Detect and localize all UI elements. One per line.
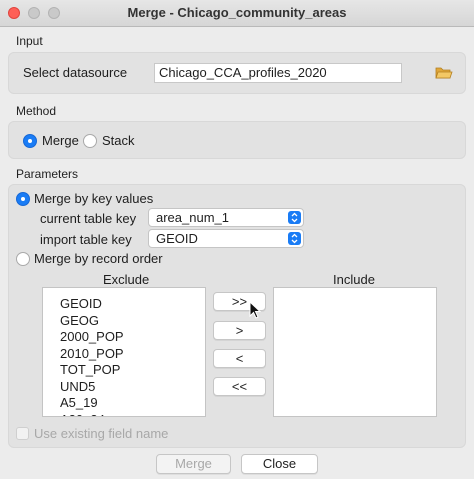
merge-radio[interactable] (23, 134, 37, 148)
chevron-updown-icon (288, 211, 301, 224)
parameters-group: Merge by key values current table key ar… (8, 184, 466, 448)
record-order-label: Merge by record order (34, 251, 163, 266)
exclude-list-item[interactable]: GEOG (60, 313, 99, 328)
key-values-label: Merge by key values (34, 191, 154, 206)
parameters-section-label: Parameters (16, 167, 79, 181)
method-group: Merge Stack (8, 121, 466, 159)
import-key-select[interactable]: GEOID (148, 229, 304, 248)
move-left-button[interactable]: < (213, 349, 266, 368)
record-order-radio[interactable] (16, 252, 30, 266)
mouse-pointer-icon (249, 301, 262, 319)
exclude-list-item[interactable]: A5_19 (60, 395, 98, 410)
exclude-list-item[interactable]: TOT_POP (60, 362, 120, 377)
current-key-select[interactable]: area_num_1 (148, 208, 304, 227)
exclude-label: Exclude (103, 272, 150, 287)
title-bar: Merge - Chicago_community_areas (0, 0, 474, 27)
use-existing-checkbox[interactable] (16, 427, 29, 440)
open-folder-icon[interactable] (435, 66, 453, 80)
include-list[interactable] (273, 287, 437, 417)
input-section-label: Input (16, 34, 43, 48)
close-button[interactable]: Close (241, 454, 318, 474)
current-key-label: current table key (40, 211, 137, 226)
use-existing-label: Use existing field name (34, 426, 169, 441)
import-key-label: import table key (40, 232, 132, 247)
stack-radio[interactable] (83, 134, 97, 148)
move-all-left-button[interactable]: << (213, 377, 266, 396)
merge-button[interactable]: Merge (156, 454, 231, 474)
exclude-list[interactable]: GEOID GEOG 2000_POP 2010_POP TOT_POP UND5 A5_1… (42, 287, 206, 417)
exclude-list-item[interactable]: 2000_POP (60, 329, 124, 344)
chevron-updown-icon (288, 232, 301, 245)
current-key-value: area_num_1 (156, 210, 229, 225)
exclude-list-item[interactable]: UND5 (60, 379, 95, 394)
datasource-label: Select datasource (23, 65, 128, 80)
key-values-radio[interactable] (16, 192, 30, 206)
stack-radio-label: Stack (102, 133, 135, 148)
merge-radio-label: Merge (42, 133, 79, 148)
exclude-list-item[interactable]: 2010_POP (60, 346, 124, 361)
method-section-label: Method (16, 104, 57, 118)
include-label: Include (333, 272, 375, 287)
input-group: Select datasource Chicago_CCA_profiles_2… (8, 52, 466, 94)
window-title: Merge - Chicago_community_areas (127, 5, 347, 20)
move-right-button[interactable]: > (213, 321, 266, 340)
exclude-list-item[interactable]: A20_34 (60, 412, 105, 417)
datasource-field[interactable]: Chicago_CCA_profiles_2020 (154, 63, 402, 83)
import-key-value: GEOID (156, 231, 198, 246)
exclude-list-item[interactable]: GEOID (60, 296, 102, 311)
